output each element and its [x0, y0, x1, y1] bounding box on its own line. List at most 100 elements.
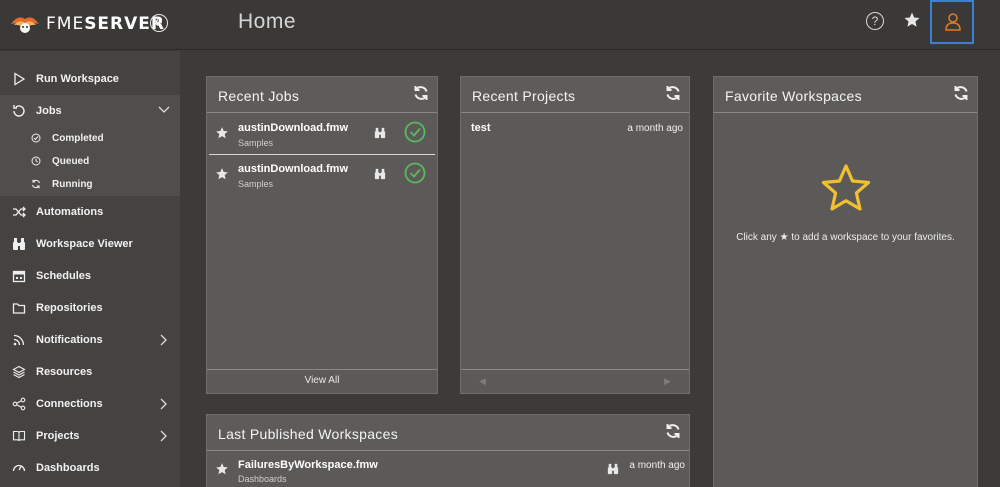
- panel-title: Recent Jobs: [218, 88, 300, 104]
- panel-header: Recent Jobs: [207, 77, 437, 113]
- sidebar-item-resources[interactable]: Resources: [0, 356, 180, 388]
- sidebar: Run Workspace Jobs Completed Queued Runn…: [0, 51, 180, 487]
- refresh-button[interactable]: [413, 85, 429, 101]
- chevron-right-icon: [160, 334, 167, 346]
- chevron-down-icon: [158, 106, 170, 113]
- sidebar-item-label: Run Workspace: [36, 73, 119, 85]
- view-all-link[interactable]: View All: [207, 369, 437, 393]
- sidebar-item-dashboards[interactable]: Dashboards: [0, 452, 180, 484]
- workspace-repository: Dashboards: [238, 474, 287, 484]
- sidebar-item-label: Jobs: [36, 105, 62, 117]
- arrow-left-icon: [153, 18, 162, 27]
- user-menu-button[interactable]: [930, 0, 974, 44]
- sidebar-item-repositories[interactable]: Repositories: [0, 292, 180, 324]
- folder-icon: [12, 303, 26, 314]
- brand-fme: FME: [46, 14, 85, 34]
- question-circle-icon: ?: [871, 14, 879, 28]
- sidebar-item-automations[interactable]: Automations: [0, 196, 180, 228]
- sidebar-item-connections[interactable]: Connections: [0, 388, 180, 420]
- workspace-name[interactable]: FailuresByWorkspace.fmw: [238, 459, 378, 471]
- job-row[interactable]: austinDownload.fmw Samples: [207, 115, 437, 155]
- refresh-button[interactable]: [953, 85, 969, 101]
- panel-header: Favorite Workspaces: [714, 77, 977, 113]
- sidebar-item-label: Dashboards: [36, 462, 100, 474]
- binoculars-icon[interactable]: [374, 127, 386, 139]
- top-bar: FMESERVER Home ?: [0, 0, 1000, 50]
- row-divider: [209, 154, 435, 155]
- fme-server-logo[interactable]: FMESERVER: [10, 11, 165, 37]
- pager: ◀ ▶: [461, 369, 689, 393]
- star-icon: [904, 12, 920, 27]
- gauge-icon: [12, 464, 26, 472]
- fme-logo-icon: [11, 17, 39, 33]
- shuffle-icon: [13, 206, 26, 218]
- collapse-sidebar-button[interactable]: [150, 14, 168, 32]
- project-time: a month ago: [627, 123, 683, 134]
- prev-page-button[interactable]: ◀: [479, 376, 486, 387]
- project-row[interactable]: test a month ago: [471, 122, 683, 134]
- panel-title: Favorite Workspaces: [725, 88, 862, 104]
- success-check-icon: [404, 121, 426, 143]
- sidebar-item-label: Schedules: [36, 270, 92, 282]
- empty-favorites-star-icon: [821, 164, 871, 211]
- sidebar-subitem-completed[interactable]: Completed: [0, 127, 180, 150]
- next-page-button[interactable]: ▶: [664, 376, 671, 387]
- sidebar-item-run-workspace[interactable]: Run Workspace: [0, 63, 180, 95]
- job-row[interactable]: austinDownload.fmw Samples: [207, 156, 437, 196]
- job-name[interactable]: austinDownload.fmw: [238, 163, 348, 175]
- refresh-button[interactable]: [665, 423, 681, 439]
- favorite-star-icon[interactable]: [215, 462, 229, 476]
- panel-title: Last Published Workspaces: [218, 426, 398, 442]
- recent-projects-panel: Recent Projects test a month ago ◀ ▶: [460, 76, 690, 394]
- sidebar-subitem-label: Running: [52, 179, 93, 190]
- sidebar-item-label: Connections: [36, 398, 103, 410]
- favorite-star-icon[interactable]: [215, 126, 229, 140]
- workspace-time: a month ago: [629, 460, 685, 471]
- sidebar-subitem-label: Completed: [52, 133, 104, 144]
- favorite-star-icon[interactable]: [215, 167, 229, 181]
- sidebar-item-jobs[interactable]: Jobs: [0, 95, 180, 127]
- play-icon: [14, 72, 26, 86]
- help-button[interactable]: ?: [866, 12, 884, 30]
- empty-message-after: to add a workspace to your favorites.: [791, 232, 955, 243]
- binoculars-icon[interactable]: [374, 168, 386, 180]
- job-name[interactable]: austinDownload.fmw: [238, 122, 348, 134]
- clock-icon: [31, 156, 41, 166]
- binoculars-icon: [13, 238, 25, 250]
- sidebar-item-projects[interactable]: Projects: [0, 420, 180, 452]
- last-published-panel: Last Published Workspaces FailuresByWork…: [206, 414, 690, 487]
- inline-star-icon: ★: [779, 232, 789, 243]
- sidebar-item-label: Notifications: [36, 334, 103, 346]
- published-workspace-row[interactable]: FailuresByWorkspace.fmw Dashboards a mon…: [207, 453, 689, 487]
- project-name[interactable]: test: [471, 122, 491, 134]
- sidebar-item-label: Projects: [36, 430, 80, 442]
- layers-icon: [12, 365, 26, 379]
- book-icon: [12, 430, 26, 442]
- sidebar-item-schedules[interactable]: Schedules: [0, 260, 180, 292]
- favorite-workspaces-panel: Favorite Workspaces Click any ★ to add a…: [713, 76, 978, 487]
- page-title: Home: [238, 10, 297, 33]
- refresh-icon: [31, 179, 41, 189]
- empty-message-before: Click any: [736, 232, 777, 243]
- binoculars-icon[interactable]: [607, 463, 619, 475]
- jobs-icon: [13, 105, 25, 117]
- chevron-right-icon: [160, 430, 167, 442]
- sidebar-subitem-queued[interactable]: Queued: [0, 150, 180, 173]
- job-repository: Samples: [238, 179, 274, 189]
- sidebar-subitem-label: Queued: [52, 156, 90, 167]
- sidebar-item-workspace-viewer[interactable]: Workspace Viewer: [0, 228, 180, 260]
- success-check-icon: [404, 162, 426, 184]
- refresh-button[interactable]: [665, 85, 681, 101]
- sidebar-item-label: Resources: [36, 366, 93, 378]
- main-content: Recent Jobs austinDownload.fmw Samples a…: [180, 51, 1000, 487]
- check-circle-icon: [31, 133, 41, 143]
- sidebar-item-label: Workspace Viewer: [36, 238, 133, 250]
- sidebar-item-notifications[interactable]: Notifications: [0, 324, 180, 356]
- sidebar-subitem-running[interactable]: Running: [0, 173, 180, 196]
- rss-icon: [13, 334, 25, 346]
- favorites-button[interactable]: [903, 11, 921, 34]
- chevron-right-icon: [160, 398, 167, 410]
- panel-header: Recent Projects: [461, 77, 689, 113]
- sidebar-item-label: Repositories: [36, 302, 103, 314]
- panel-title: Recent Projects: [472, 88, 576, 104]
